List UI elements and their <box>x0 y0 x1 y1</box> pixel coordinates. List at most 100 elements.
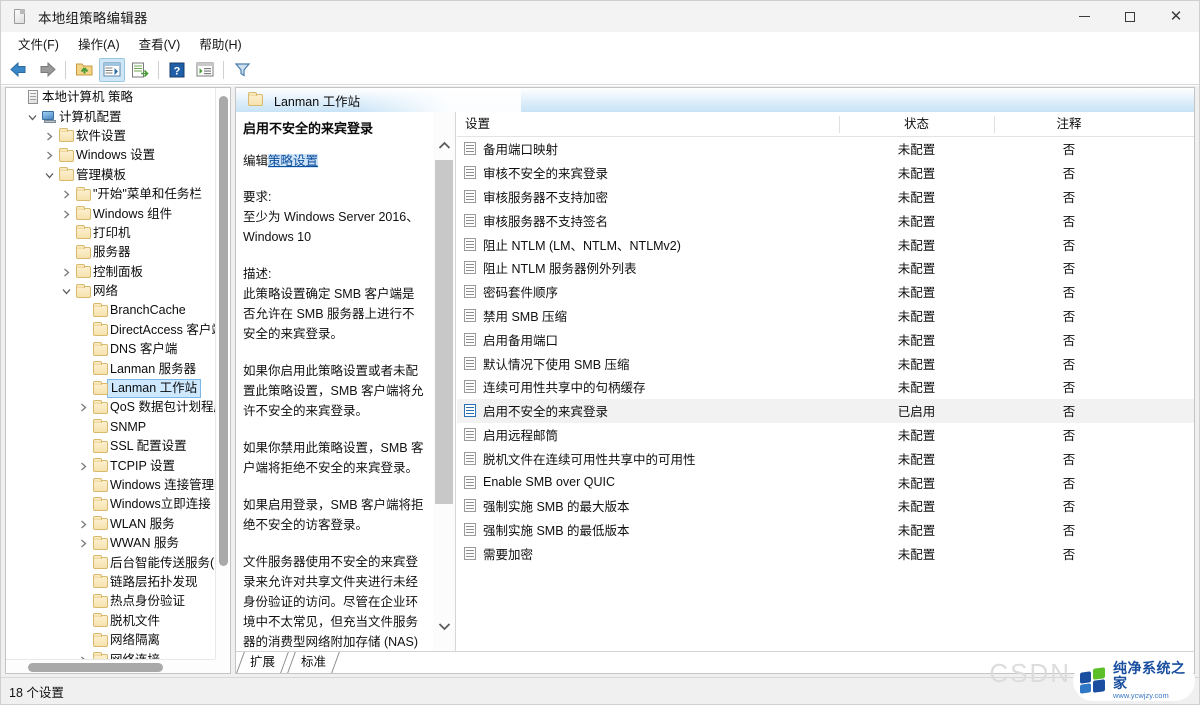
tree-item[interactable]: 软件设置 <box>6 127 215 146</box>
back-button[interactable] <box>6 58 32 82</box>
tree-item[interactable]: TCPIP 设置 <box>6 456 215 475</box>
tree-item[interactable]: BranchCache <box>6 301 215 320</box>
folder-icon <box>74 283 93 298</box>
chevron-down-icon[interactable] <box>59 288 74 295</box>
table-row[interactable]: 密码套件顺序 未配置 否 <box>457 280 1194 304</box>
description-scroll-thumb[interactable] <box>435 160 453 504</box>
table-row[interactable]: 启用不安全的来宾登录 已启用 否 <box>457 398 1194 423</box>
tree-item[interactable]: QoS 数据包计划程序 <box>6 398 215 417</box>
minimize-button[interactable] <box>1061 1 1107 32</box>
cell-state: 未配置 <box>897 547 936 562</box>
scroll-up-icon[interactable] <box>433 134 455 156</box>
chevron-right-icon[interactable] <box>59 210 74 219</box>
column-header-comment[interactable]: 注释 <box>994 112 1144 137</box>
table-row[interactable]: 连续可用性共享中的句柄缓存 未配置 否 <box>457 375 1194 399</box>
tree-item[interactable]: Windows立即连接 <box>6 495 215 514</box>
table-row[interactable]: 审核不安全的来宾登录 未配置 否 <box>457 161 1194 185</box>
menu-file[interactable]: 文件(F) <box>9 32 69 56</box>
tree-item[interactable]: "开始"菜单和任务栏 <box>6 185 215 204</box>
table-row[interactable]: 审核服务器不支持签名 未配置 否 <box>457 208 1194 232</box>
table-row[interactable]: 启用远程邮筒 未配置 否 <box>457 423 1194 447</box>
chevron-right-icon[interactable] <box>59 190 74 199</box>
tree-item-label: Windows立即连接 <box>110 497 211 512</box>
table-row[interactable]: 强制实施 SMB 的最大版本 未配置 否 <box>457 494 1194 518</box>
close-button[interactable]: ✕ <box>1153 1 1199 32</box>
folder-icon <box>74 225 93 240</box>
description-vertical-scrollbar[interactable] <box>433 112 455 651</box>
scroll-down-icon[interactable] <box>433 615 455 637</box>
tree-item[interactable]: 控制面板 <box>6 263 215 282</box>
tree-hscroll-thumb[interactable] <box>28 663 163 672</box>
table-row[interactable]: Enable SMB over QUIC 未配置 否 <box>457 470 1194 494</box>
export-list-button[interactable] <box>127 58 153 82</box>
folder-icon <box>91 593 110 608</box>
filter-button[interactable] <box>229 58 255 82</box>
menu-help[interactable]: 帮助(H) <box>190 32 251 56</box>
tab-extended[interactable]: 扩展 <box>236 652 287 673</box>
table-row[interactable]: 启用备用端口 未配置 否 <box>457 327 1194 351</box>
menu-action[interactable]: 操作(A) <box>69 32 130 56</box>
tree-item[interactable]: DNS 客户端 <box>6 340 215 359</box>
tree-item[interactable]: 服务器 <box>6 243 215 262</box>
cell-setting: Enable SMB over QUIC <box>457 475 839 489</box>
table-row[interactable]: 脱机文件在连续可用性共享中的可用性 未配置 否 <box>457 446 1194 470</box>
maximize-button[interactable] <box>1107 1 1153 32</box>
chevron-right-icon[interactable] <box>76 539 91 548</box>
tree-vscroll-thumb[interactable] <box>219 96 228 566</box>
tree-item[interactable]: SNMP <box>6 418 215 437</box>
column-header-state[interactable]: 状态 <box>839 112 994 137</box>
table-row[interactable]: 审核服务器不支持加密 未配置 否 <box>457 185 1194 209</box>
chevron-down-icon[interactable] <box>42 172 57 179</box>
tree-item[interactable]: WLAN 服务 <box>6 515 215 534</box>
tree-item[interactable]: 热点身份验证 <box>6 592 215 611</box>
table-row[interactable]: 需要加密 未配置 否 <box>457 542 1194 566</box>
table-row[interactable]: 阻止 NTLM 服务器例外列表 未配置 否 <box>457 256 1194 280</box>
help-button[interactable]: ? <box>164 58 190 82</box>
tree-item[interactable]: 管理模板 <box>6 166 215 185</box>
console-tree[interactable]: 本地计算机 策略 计算机配置 软件设置 Windows 设置 管理模板 "开始"菜单和任务… <box>6 88 215 659</box>
chevron-right-icon[interactable] <box>42 151 57 160</box>
table-row[interactable]: 强制实施 SMB 的最低版本 未配置 否 <box>457 518 1194 542</box>
cell-comment: 否 <box>1062 452 1076 467</box>
properties-button[interactable] <box>192 58 218 82</box>
table-row[interactable]: 默认情况下使用 SMB 压缩 未配置 否 <box>457 351 1194 375</box>
tree-item[interactable]: Lanman 工作站 <box>6 379 215 399</box>
tree-item[interactable]: 网络 <box>6 282 215 301</box>
folder-icon <box>57 128 76 143</box>
tree-item[interactable]: 计算机配置 <box>6 107 215 126</box>
table-row[interactable]: 禁用 SMB 压缩 未配置 否 <box>457 304 1194 328</box>
edit-policy-link[interactable]: 策略设置 <box>268 154 319 168</box>
tab-standard[interactable]: 标准 <box>287 652 338 673</box>
chevron-right-icon[interactable] <box>59 268 74 277</box>
tree-item[interactable]: 链路层拓扑发现 <box>6 573 215 592</box>
tree-item[interactable]: 网络连接 <box>6 650 215 659</box>
chevron-right-icon[interactable] <box>76 462 91 471</box>
chevron-right-icon[interactable] <box>42 132 57 141</box>
chevron-right-icon[interactable] <box>76 403 91 412</box>
tree-item[interactable]: 本地计算机 策略 <box>6 88 215 107</box>
tree-item-label: DNS 客户端 <box>110 342 178 357</box>
up-one-level-button[interactable] <box>71 58 97 82</box>
table-row[interactable]: 阻止 NTLM (LM、NTLM、NTLMv2) 未配置 否 <box>457 232 1194 256</box>
tree-item[interactable]: Windows 设置 <box>6 146 215 165</box>
tree-item[interactable]: Windows 连接管理器 <box>6 476 215 495</box>
tree-item[interactable]: SSL 配置设置 <box>6 437 215 456</box>
show-hide-tree-button[interactable] <box>99 57 125 82</box>
column-header-setting[interactable]: 设置 <box>457 112 839 137</box>
tree-horizontal-scrollbar[interactable] <box>6 659 215 673</box>
chevron-right-icon[interactable] <box>76 520 91 529</box>
tree-vertical-scrollbar[interactable] <box>215 88 230 659</box>
tree-item[interactable]: 后台智能传送服务( <box>6 553 215 572</box>
tree-item[interactable]: Lanman 服务器 <box>6 359 215 378</box>
table-row[interactable]: 备用端口映射 未配置 否 <box>457 137 1194 161</box>
tree-item-label: BranchCache <box>110 303 186 318</box>
tree-item[interactable]: 脱机文件 <box>6 612 215 631</box>
tree-item[interactable]: WWAN 服务 <box>6 534 215 553</box>
tree-item[interactable]: 打印机 <box>6 224 215 243</box>
chevron-down-icon[interactable] <box>25 114 40 121</box>
tree-item[interactable]: 网络隔离 <box>6 631 215 650</box>
tree-item[interactable]: DirectAccess 客户端 <box>6 321 215 340</box>
menu-view[interactable]: 查看(V) <box>130 32 191 56</box>
forward-button[interactable] <box>34 58 60 82</box>
tree-item[interactable]: Windows 组件 <box>6 204 215 223</box>
